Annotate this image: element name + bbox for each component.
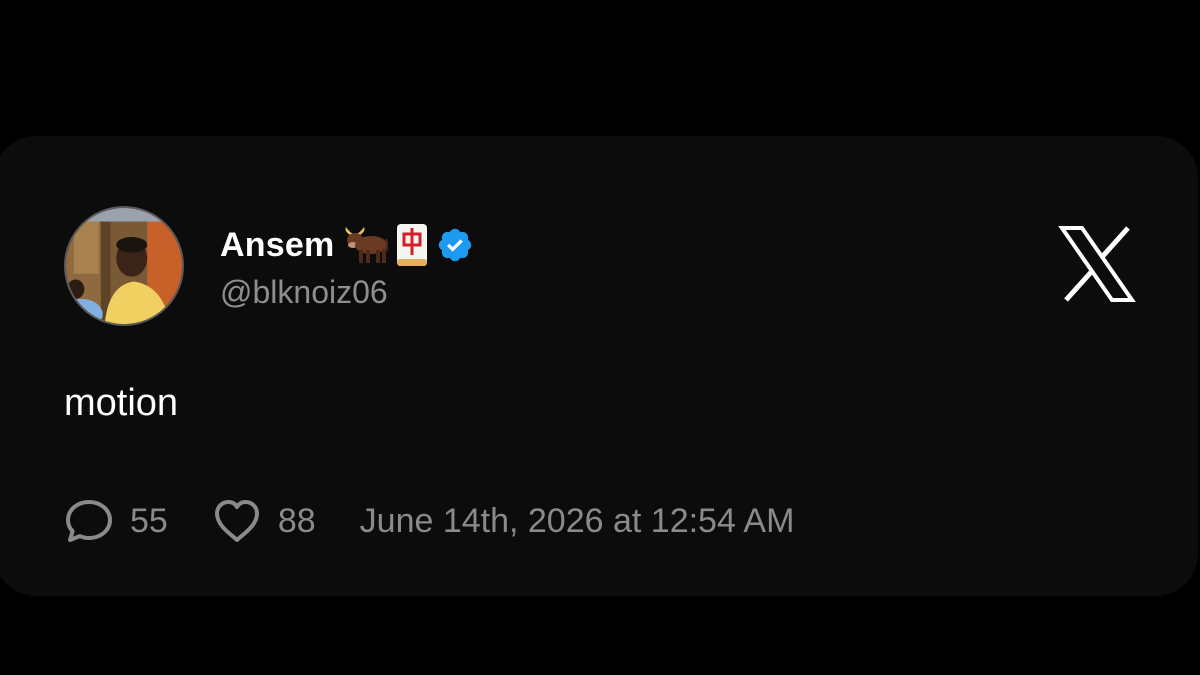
tweet-footer: 55 88 June 14th, 2026 at 12:54 AM [64,494,794,548]
like-stat[interactable]: 88 [212,498,316,544]
bull-emoji [342,225,389,265]
author-handle[interactable]: @blknoiz06 [220,274,388,311]
mahjong-red-dragon-emoji [396,223,428,267]
avatar-image [66,208,182,324]
verified-check-badge-icon [436,226,474,264]
x-logo-icon[interactable] [1058,224,1136,304]
tweet-timestamp[interactable]: June 14th, 2026 at 12:54 AM [360,502,795,541]
author-display-name[interactable]: Ansem [220,226,334,265]
tweet-card: Ansem @blknoiz06 motion 55 88 June 14th,… [0,136,1198,596]
tweet-text: motion [64,382,179,424]
reply-stat[interactable]: 55 [64,497,168,545]
heart-icon[interactable] [212,498,262,544]
author-name-row[interactable]: Ansem [220,220,474,270]
like-count: 88 [277,501,316,540]
avatar[interactable] [64,206,184,326]
speech-bubble-icon[interactable] [64,497,114,545]
reply-count: 55 [130,501,168,540]
